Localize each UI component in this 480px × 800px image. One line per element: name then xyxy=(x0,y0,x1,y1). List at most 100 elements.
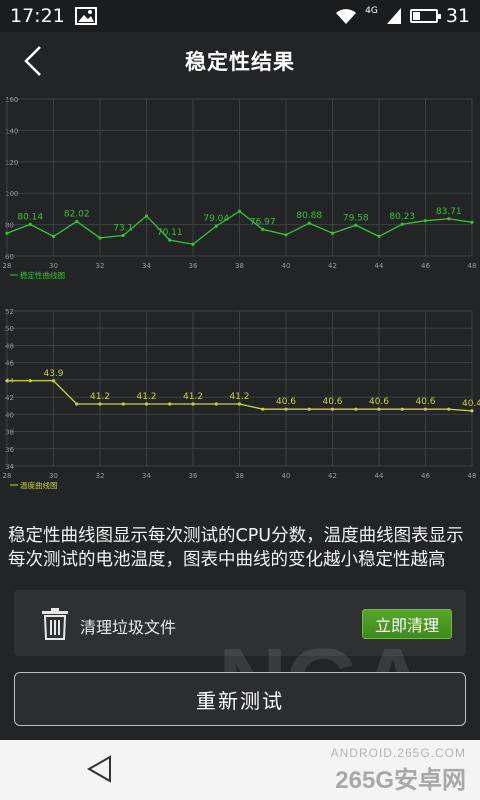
data-point xyxy=(5,231,9,235)
data-point xyxy=(98,236,102,240)
x-tick-label: 38 xyxy=(235,262,244,270)
data-point xyxy=(330,231,335,235)
battery-icon xyxy=(409,9,441,23)
stability-chart: 608010012014016028 30 32 34 36 38 40 42 44 46 4880… xyxy=(3,96,477,280)
status-time: 17:21 xyxy=(10,5,65,27)
data-point xyxy=(400,222,404,226)
data-label: 73.1 xyxy=(113,223,133,233)
data-point xyxy=(284,407,288,411)
data-point xyxy=(423,407,428,411)
battery-level-text: 31 xyxy=(445,5,470,27)
site-name: 265G安卓网 xyxy=(335,767,466,794)
x-tick-label: 32 xyxy=(96,262,105,270)
y-tick-label: 36 xyxy=(5,446,14,454)
data-point xyxy=(168,402,172,406)
data-point xyxy=(261,227,265,231)
chart-description: 稳定性曲线图显示每次测试的CPU分数，温度曲线图表显示每次测试的电池温度，图表中… xyxy=(8,526,464,570)
data-point xyxy=(191,402,195,406)
data-label: 40.6 xyxy=(369,397,389,407)
x-tick-label: 32 xyxy=(96,472,105,480)
y-tick-label: 34 xyxy=(5,463,14,471)
data-point xyxy=(144,402,149,406)
signal-icon xyxy=(386,8,401,24)
data-label: 40.6 xyxy=(415,397,435,407)
data-point xyxy=(51,379,56,383)
data-point xyxy=(28,379,32,383)
data-label: 79.58 xyxy=(343,213,369,223)
x-tick-label: 46 xyxy=(421,472,430,480)
data-point xyxy=(354,407,358,411)
data-point xyxy=(377,234,381,238)
nav-back-icon[interactable] xyxy=(86,754,114,784)
wifi-icon xyxy=(336,9,357,24)
data-point xyxy=(214,402,218,406)
data-point xyxy=(75,402,79,406)
image-icon xyxy=(74,7,97,25)
x-tick-label: 36 xyxy=(189,262,198,270)
data-label: 70.11 xyxy=(157,228,183,238)
trash-icon xyxy=(42,608,68,640)
site-watermark: ANDROID.265G.COM 265G安卓网 xyxy=(331,746,466,795)
data-point xyxy=(284,233,288,237)
x-tick-label: 36 xyxy=(189,472,198,480)
x-tick-label: 42 xyxy=(328,472,337,480)
data-point xyxy=(75,219,79,224)
x-tick-label: 40 xyxy=(282,472,291,480)
retest-button[interactable]: 重新测试 xyxy=(14,672,466,726)
title-bar: 稳定性结果 xyxy=(0,32,480,90)
y-tick-label: 38 xyxy=(5,429,14,437)
data-label: 80.88 xyxy=(296,211,322,221)
data-point xyxy=(354,223,358,227)
data-point xyxy=(237,209,242,213)
data-label: 80.23 xyxy=(389,212,415,222)
data-point xyxy=(447,217,451,221)
x-tick-label: 48 xyxy=(468,472,477,480)
data-point xyxy=(121,233,125,238)
data-point xyxy=(261,407,265,411)
data-point xyxy=(51,234,56,238)
data-point xyxy=(423,219,428,223)
x-tick-label: 44 xyxy=(375,472,384,480)
data-label: 80.14 xyxy=(17,212,43,222)
data-point xyxy=(121,402,125,406)
data-label: 41.2 xyxy=(90,392,110,402)
status-left: 17:21 xyxy=(10,5,97,27)
back-arrow-icon[interactable] xyxy=(18,44,50,78)
legend-label: 稳定性曲线图 xyxy=(20,270,65,280)
x-tick-label: 30 xyxy=(49,262,58,270)
y-tick-label: 60 xyxy=(5,253,14,261)
data-label: 41.2 xyxy=(229,392,249,402)
x-tick-label: 48 xyxy=(468,262,477,270)
data-point xyxy=(214,224,218,228)
data-label: 40.6 xyxy=(322,397,342,407)
data-point xyxy=(98,402,102,406)
x-tick-label: 44 xyxy=(375,262,384,270)
y-tick-label: 40 xyxy=(5,411,14,419)
temperature-chart: 3436384042444648505228 30 32 34 36 38 40 42 44 46… xyxy=(3,308,480,490)
data-point xyxy=(191,242,195,246)
site-url: ANDROID.265G.COM xyxy=(330,746,466,760)
data-point xyxy=(307,221,311,225)
data-point xyxy=(5,379,9,383)
data-point xyxy=(377,407,381,411)
data-point xyxy=(307,407,311,411)
x-tick-label: 28 xyxy=(3,472,12,480)
battery-level-fill xyxy=(412,12,420,20)
x-tick-label: 34 xyxy=(142,262,151,270)
status-bar: 17:21 4G 31 xyxy=(0,0,480,32)
data-point xyxy=(330,407,335,411)
data-point xyxy=(237,402,242,406)
x-tick-label: 42 xyxy=(328,262,337,270)
data-point xyxy=(447,407,451,411)
x-tick-label: 30 xyxy=(49,472,58,480)
y-tick-label: 46 xyxy=(5,360,14,368)
data-point xyxy=(144,214,149,218)
data-label: 43.9 xyxy=(43,369,63,379)
data-label: 40.4 xyxy=(462,399,480,409)
x-tick-label: 38 xyxy=(235,472,244,480)
data-label: 40.6 xyxy=(276,397,296,407)
status-right: 4G 31 xyxy=(335,5,470,27)
x-tick-label: 28 xyxy=(3,262,12,270)
network-type-label: 4G xyxy=(365,5,378,16)
data-point xyxy=(470,220,474,224)
